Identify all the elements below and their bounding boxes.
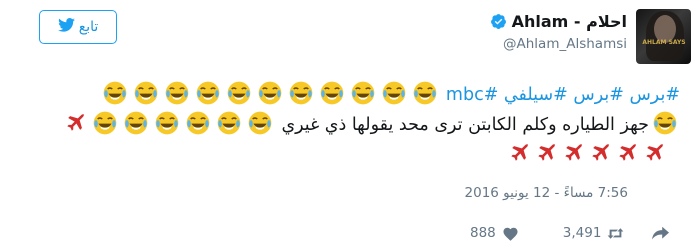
- laughing-tears-emoji-icon: [186, 111, 210, 135]
- tweet-text: #برس #برس #سيلفي #mbc جهز الطياره وكلم ا…: [50, 80, 680, 170]
- tweet-actions: 888 3,491: [470, 222, 680, 244]
- like-action[interactable]: 888: [470, 225, 519, 241]
- airplane-emoji-icon: [509, 142, 531, 164]
- retweets-count: 3,491: [562, 225, 602, 241]
- verified-badge-icon: [490, 13, 507, 30]
- avatar[interactable]: AHLAM SAYS: [636, 9, 691, 64]
- laughing-tears-emoji-icon: [351, 81, 375, 105]
- follow-label: تابع: [78, 19, 99, 35]
- follow-button[interactable]: تابع: [39, 10, 117, 44]
- airplane-emoji-icon: [563, 142, 585, 164]
- laughing-tears-emoji-icon: [217, 111, 241, 135]
- airplane-emoji-icon: [644, 142, 666, 164]
- airplane-emoji-icon: [65, 112, 87, 134]
- laughing-tears-emoji-icon: [155, 111, 179, 135]
- avatar-caption: AHLAM SAYS: [642, 39, 686, 46]
- emoji-run: [649, 111, 680, 135]
- hashtags[interactable]: #برس #برس #سيلفي #mbc: [446, 85, 680, 105]
- laughing-tears-emoji-icon: [196, 81, 220, 105]
- likes-count: 888: [470, 225, 496, 241]
- airplane-emoji-icon: [590, 142, 612, 164]
- laughing-tears-emoji-icon: [165, 81, 189, 105]
- reply-icon: [652, 226, 670, 241]
- airplane-emoji-icon: [536, 142, 558, 164]
- laughing-tears-emoji-icon: [320, 81, 344, 105]
- laughing-tears-emoji-icon: [653, 111, 677, 135]
- laughing-tears-emoji-icon: [227, 81, 251, 105]
- tweet-header: Ahlam - احلام @Ahlam_Alshamsi: [490, 9, 627, 52]
- laughing-tears-emoji-icon: [134, 81, 158, 105]
- laughing-tears-emoji-icon: [413, 81, 437, 105]
- emoji-run: [90, 111, 276, 135]
- airplane-run: [63, 112, 90, 135]
- twitter-bird-icon: [57, 18, 75, 36]
- laughing-tears-emoji-icon: [258, 81, 282, 105]
- tweet-line-1: #برس #برس #سيلفي #mbc: [50, 80, 680, 110]
- reply-action[interactable]: [652, 226, 670, 241]
- laughing-tears-emoji-icon: [248, 111, 272, 135]
- laughing-tears-emoji-icon: [124, 111, 148, 135]
- retweet-icon: [607, 226, 624, 241]
- airplane-run: [506, 142, 668, 165]
- user-handle[interactable]: @Ahlam_Alshamsi: [490, 36, 627, 52]
- laughing-tears-emoji-icon: [289, 81, 313, 105]
- display-name[interactable]: Ahlam - احلام: [512, 12, 627, 31]
- airplane-emoji-icon: [617, 142, 639, 164]
- timestamp[interactable]: 7:56 مساءً - 12 يونيو 2016: [465, 185, 628, 201]
- emoji-run: [99, 81, 440, 105]
- heart-icon: [502, 226, 519, 241]
- laughing-tears-emoji-icon: [93, 111, 117, 135]
- tweet-line-3: [50, 140, 680, 170]
- retweet-action[interactable]: 3,491: [563, 225, 625, 241]
- laughing-tears-emoji-icon: [382, 81, 406, 105]
- laughing-tears-emoji-icon: [103, 81, 127, 105]
- tweet-body-text: جهز الطياره وكلم الكابتن ترى محد يقولها …: [281, 115, 649, 135]
- tweet-line-2: جهز الطياره وكلم الكابتن ترى محد يقولها …: [50, 110, 680, 140]
